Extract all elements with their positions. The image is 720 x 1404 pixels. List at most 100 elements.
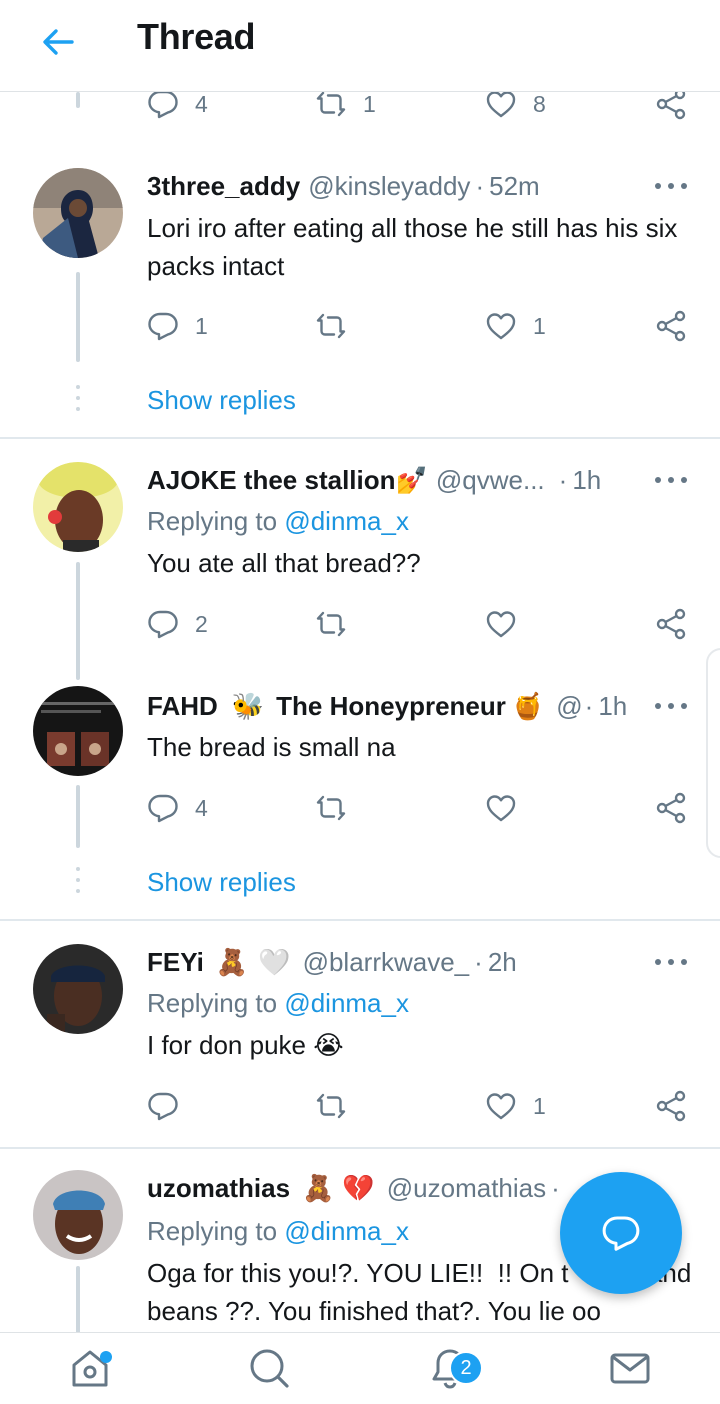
- like-button[interactable]: 8: [485, 92, 546, 124]
- show-replies-link[interactable]: Show replies: [147, 867, 296, 898]
- top-bar: Thread: [0, 0, 720, 92]
- tweet-header: FEYi 🧸 🤍 @blarrkwave_ · 2h: [147, 942, 517, 982]
- tweet-actions: 4: [147, 788, 692, 828]
- share-icon: [655, 1090, 687, 1122]
- avatar[interactable]: [33, 944, 123, 1034]
- replying-to: Replying to @dinma_x: [147, 1216, 409, 1247]
- replying-to-label: Replying to: [147, 506, 278, 536]
- mail-icon: [610, 1353, 650, 1384]
- user-handle[interactable]: @qvwe...: [436, 465, 545, 496]
- more-button[interactable]: [655, 956, 687, 968]
- show-replies-link[interactable]: Show replies: [147, 385, 296, 416]
- like-count: 1: [533, 312, 546, 339]
- like-count: 1: [533, 1092, 546, 1119]
- reply-button[interactable]: 2: [147, 604, 208, 644]
- reply-button[interactable]: 4: [147, 788, 208, 828]
- reply-count: 2: [195, 610, 208, 637]
- avatar[interactable]: [33, 1170, 123, 1260]
- tweet-header: 3three_addy @kinsleyaddy · 52m: [147, 166, 540, 206]
- avatar[interactable]: [33, 686, 123, 776]
- share-button[interactable]: [655, 306, 687, 346]
- like-button[interactable]: [485, 604, 517, 644]
- like-button[interactable]: 1: [485, 1086, 546, 1126]
- timestamp: 52m: [489, 170, 540, 201]
- scroll-handle[interactable]: [706, 648, 720, 858]
- share-icon: [655, 92, 687, 120]
- mention-link[interactable]: @dinma_x: [284, 506, 409, 536]
- more-button[interactable]: [655, 474, 687, 486]
- user-handle[interactable]: @: [556, 691, 582, 722]
- page-title: Thread: [137, 16, 256, 57]
- reply-button[interactable]: [147, 1086, 179, 1126]
- heart-icon: [485, 92, 517, 120]
- replying-to: Replying to @dinma_x: [147, 506, 409, 537]
- compose-reply-button[interactable]: [560, 1172, 682, 1294]
- retweet-button[interactable]: 1: [315, 92, 376, 124]
- thread-line: [76, 562, 80, 680]
- replying-to: Replying to @dinma_x: [147, 988, 409, 1019]
- user-handle[interactable]: @blarrkwave_: [303, 947, 470, 978]
- reply-count: 4: [195, 92, 208, 117]
- display-name[interactable]: AJOKE thee stallion: [147, 465, 396, 496]
- reply-bubble-icon: [147, 1090, 179, 1122]
- retweet-icon: [315, 92, 347, 120]
- teddy-bear-emoji: 🧸: [215, 946, 249, 977]
- share-button[interactable]: [655, 788, 687, 828]
- more-button[interactable]: [655, 180, 687, 192]
- display-name[interactable]: 3three_addy: [147, 171, 300, 202]
- avatar[interactable]: [33, 462, 123, 552]
- user-handle[interactable]: @kinsleyaddy: [308, 171, 470, 202]
- tweet-actions: 1 1: [147, 306, 692, 346]
- reply-button[interactable]: 1: [147, 306, 208, 346]
- back-button[interactable]: [38, 22, 78, 62]
- avatar[interactable]: [33, 168, 123, 258]
- thread-line: [76, 272, 80, 362]
- display-name-rest[interactable]: The Honeypreneur: [276, 691, 506, 722]
- retweet-button[interactable]: [315, 1086, 347, 1126]
- divider: [0, 919, 720, 921]
- display-name[interactable]: FAHD: [147, 691, 218, 722]
- share-button[interactable]: [655, 1086, 687, 1126]
- retweet-button[interactable]: [315, 788, 347, 828]
- retweet-button[interactable]: [315, 306, 347, 346]
- bottom-tab-bar: 2: [0, 1332, 720, 1404]
- share-icon: [655, 310, 687, 342]
- thread-line: [76, 785, 80, 848]
- thread-feed[interactable]: 4 1 8 3three_addy @kinsleyaddy · 52m Lor…: [0, 92, 720, 1332]
- retweet-count: 1: [363, 92, 376, 117]
- divider: [0, 1147, 720, 1149]
- compose-reply-icon: [602, 1216, 640, 1251]
- tweet-actions: 4 1 8: [147, 92, 692, 124]
- reply-bubble-icon: [147, 310, 179, 342]
- reply-button[interactable]: 4: [147, 92, 208, 124]
- retweet-button[interactable]: [315, 604, 347, 644]
- thread-line: [76, 92, 80, 108]
- thread-dots: [76, 867, 80, 900]
- reply-bubble-icon: [147, 608, 179, 640]
- mention-link[interactable]: @dinma_x: [284, 1216, 409, 1246]
- timestamp: 2h: [487, 946, 517, 977]
- tweet-header: FAHD 🐝 The Honeypreneur 🍯 @ · 1h: [147, 686, 627, 726]
- share-icon: [655, 792, 687, 824]
- retweet-icon: [315, 608, 347, 640]
- share-button[interactable]: [655, 92, 687, 124]
- tweet-header: AJOKE thee stallion 💅 @qvwe... · 1h: [147, 460, 601, 500]
- more-dots-icon: [655, 703, 661, 709]
- retweet-icon: [315, 310, 347, 342]
- like-button[interactable]: 1: [485, 306, 546, 346]
- more-dots-icon: [655, 183, 661, 189]
- display-name[interactable]: uzomathias: [147, 1173, 290, 1204]
- more-dots-icon: [655, 477, 661, 483]
- heart-icon: [485, 1090, 517, 1122]
- share-button[interactable]: [655, 604, 687, 644]
- more-button[interactable]: [655, 700, 687, 712]
- mention-link[interactable]: @dinma_x: [284, 988, 409, 1018]
- user-handle[interactable]: @uzomathias: [387, 1173, 546, 1204]
- tab-search[interactable]: [244, 1343, 294, 1393]
- replying-to-label: Replying to: [147, 1216, 278, 1246]
- like-button[interactable]: [485, 788, 517, 828]
- search-icon: [250, 1349, 289, 1388]
- retweet-icon: [315, 792, 347, 824]
- display-name[interactable]: FEYi: [147, 947, 204, 978]
- tab-messages[interactable]: [605, 1343, 655, 1393]
